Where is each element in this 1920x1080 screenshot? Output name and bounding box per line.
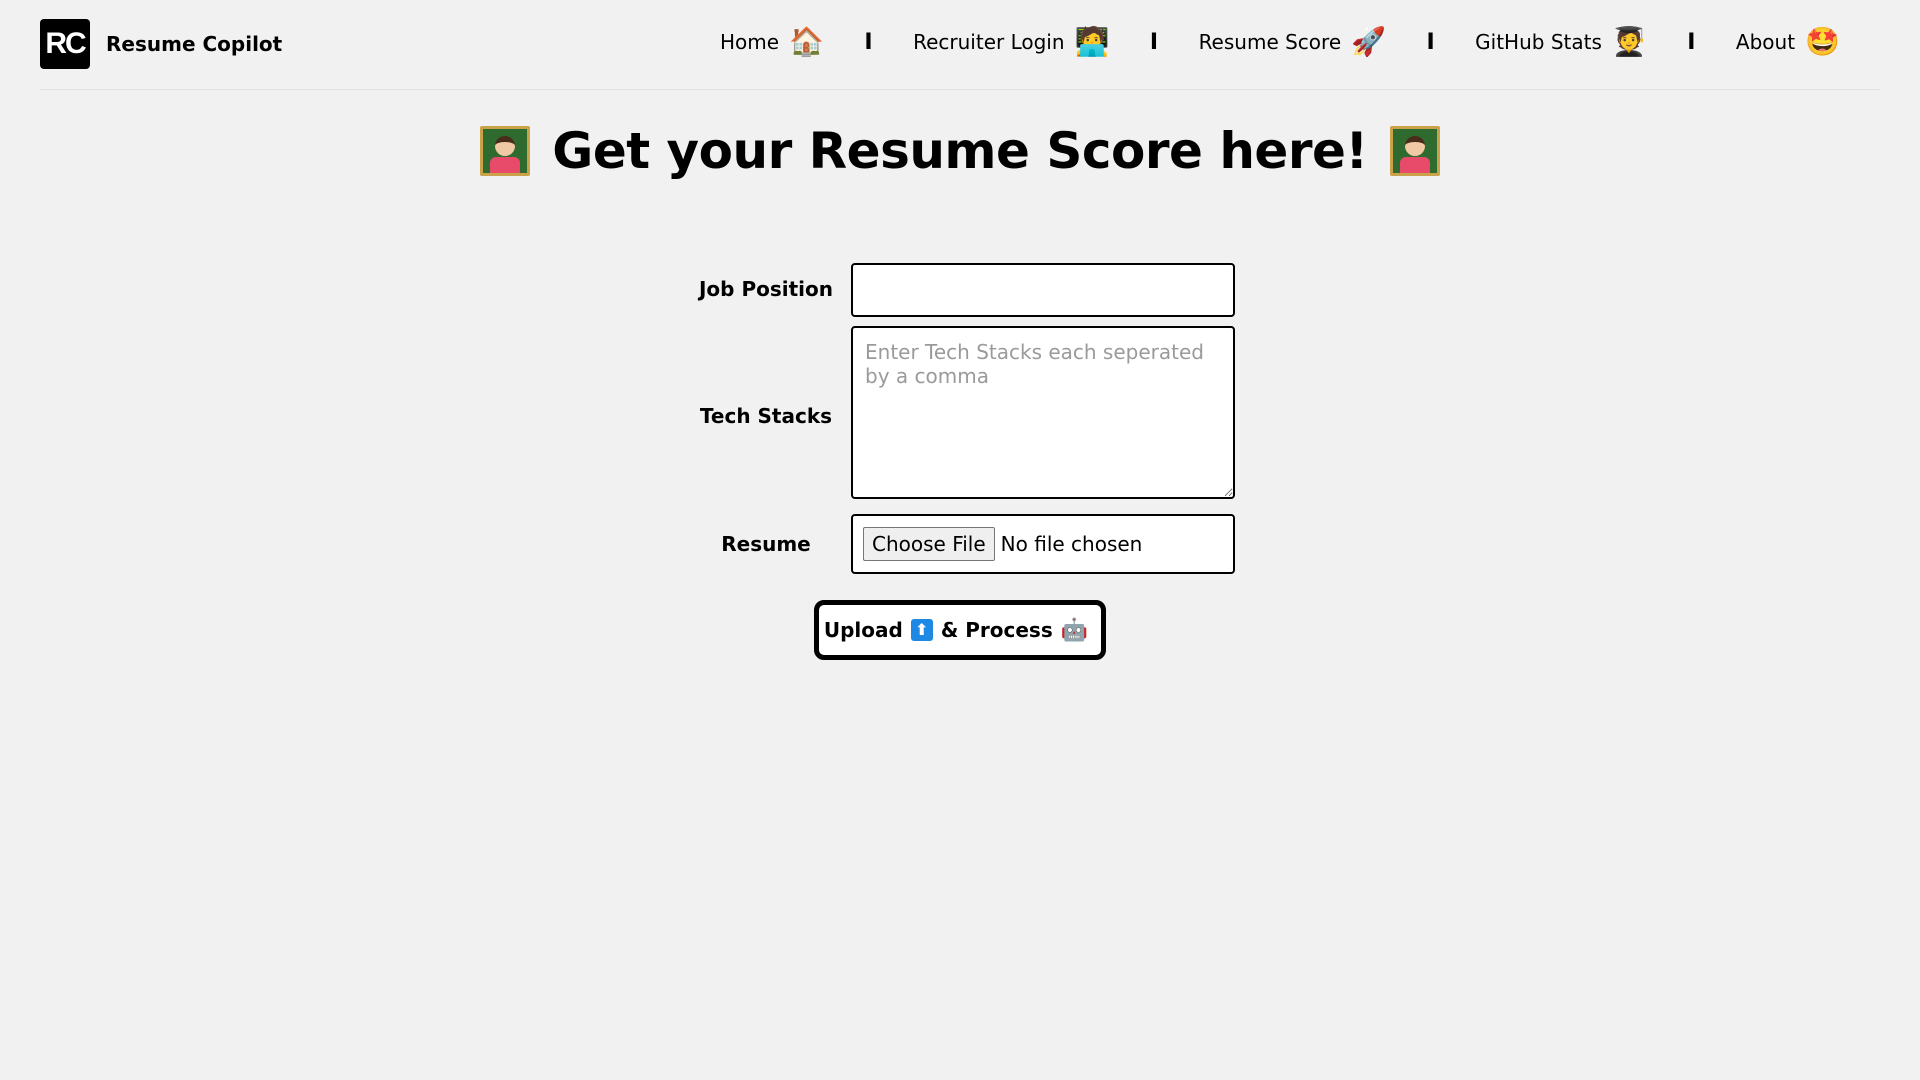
resume-file-input[interactable]: Choose File No file chosen	[851, 514, 1235, 574]
nav-item-home[interactable]: Home 🏠	[720, 28, 824, 56]
upload-label: Upload	[823, 618, 903, 642]
upload-process-button[interactable]: Upload ⬆ & Process 🤖	[814, 600, 1106, 660]
page-heading: Get your Resume Score here!	[0, 122, 1920, 180]
nav-separator: I	[1149, 29, 1159, 55]
nav-item-label: Resume Score	[1198, 30, 1342, 54]
tech-stacks-label: Tech Stacks	[699, 404, 833, 428]
star-struck-icon: 🤩	[1805, 25, 1840, 58]
job-position-input[interactable]	[851, 263, 1235, 317]
house-icon: 🏠	[789, 25, 824, 58]
nav-item-label: Recruiter Login	[913, 30, 1065, 54]
navbar: RC Resume Copilot Home 🏠 I Recruiter Log…	[40, 0, 1880, 90]
nav-item-about[interactable]: About 🤩	[1736, 28, 1840, 56]
technologist-icon: 🧑‍💻	[1074, 25, 1110, 58]
teacher-icon	[480, 126, 531, 176]
up-arrow-icon: ⬆	[910, 619, 933, 641]
nav-item-label: About	[1735, 30, 1796, 54]
teacher-icon	[1389, 126, 1440, 176]
resume-label: Resume	[721, 532, 811, 556]
nav-item-label: GitHub Stats	[1475, 30, 1602, 54]
nav-item-resume-score[interactable]: Resume Score 🚀	[1199, 28, 1386, 56]
nav-item-recruiter-login[interactable]: Recruiter Login 🧑‍💻	[913, 28, 1109, 56]
tech-stacks-textarea[interactable]	[851, 326, 1235, 499]
nav-menu: Home 🏠 I Recruiter Login 🧑‍💻 I Resume Sc…	[720, 28, 1840, 56]
nav-separator: I	[1426, 29, 1435, 55]
process-label: & Process	[940, 618, 1053, 642]
file-status: No file chosen	[1000, 532, 1143, 556]
job-position-label: Job Position	[698, 277, 833, 301]
nav-separator: I	[1687, 29, 1696, 55]
nav-separator: I	[864, 29, 873, 55]
choose-file-button[interactable]: Choose File	[863, 527, 995, 561]
logo: RC	[40, 19, 90, 69]
brand-name: Resume Copilot	[106, 32, 283, 56]
page-title: Get your Resume Score here!	[552, 122, 1368, 180]
brand[interactable]: RC Resume Copilot	[40, 19, 282, 69]
graduate-icon: 🧑‍🎓	[1611, 25, 1647, 58]
nav-item-label: Home	[720, 30, 780, 54]
rocket-icon: 🚀	[1351, 25, 1386, 58]
robot-icon: 🤖	[1060, 617, 1089, 643]
nav-item-github-stats[interactable]: GitHub Stats 🧑‍🎓	[1475, 28, 1647, 56]
